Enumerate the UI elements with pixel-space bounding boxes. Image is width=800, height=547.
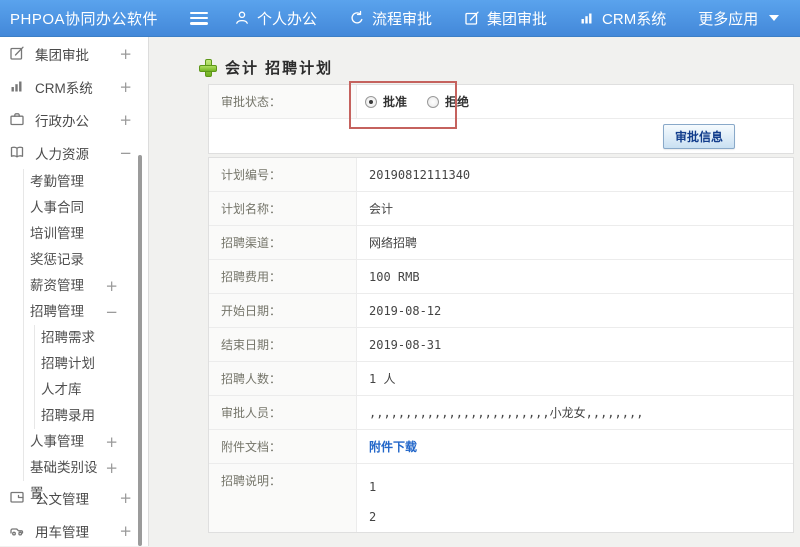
process-icon: [349, 10, 365, 26]
sidebar-scrollbar[interactable]: [138, 155, 142, 546]
expand-toggle[interactable]: +: [119, 45, 132, 63]
recruit-cost-value: 100 RMB: [369, 269, 420, 284]
sidebar-item-recruitment[interactable]: 招聘管理 −: [24, 299, 148, 325]
status-row: 审批状态： 批准 拒绝: [209, 85, 793, 119]
add-plus-icon: [199, 59, 217, 77]
button-row: 审批信息: [209, 119, 793, 153]
expand-toggle[interactable]: +: [119, 522, 132, 540]
top-nav: 个人办公 流程审批 集团审批 CRM系统 更多应用: [234, 8, 780, 29]
recruit-description-value: 1 2: [369, 480, 377, 524]
recruit-channel-value: 网络招聘: [369, 236, 418, 250]
table-row: 招聘费用： 100 RMB: [209, 260, 793, 294]
table-row: 招聘说明： 1 2: [209, 464, 793, 532]
sidebar-item-documents[interactable]: 公文管理 +: [0, 481, 148, 514]
sidebar-item-recruit-demand[interactable]: 招聘需求: [35, 325, 148, 351]
chart-icon: [579, 10, 595, 26]
car-icon: [9, 522, 26, 539]
plan-name-value: 会计: [369, 202, 394, 216]
approval-info-button[interactable]: 审批信息: [662, 123, 735, 149]
table-row: 招聘渠道： 网络招聘: [209, 226, 793, 260]
plan-detail-table: 计划编号： 20190812111340 计划名称： 会计 招聘渠道： 网络招聘…: [208, 157, 794, 533]
nav-personal-office[interactable]: 个人办公: [234, 8, 317, 29]
nav-more-apps[interactable]: 更多应用: [698, 8, 780, 29]
nav-crm-system[interactable]: CRM系统: [579, 8, 666, 29]
radio-approve[interactable]: [365, 95, 377, 108]
table-row: 开始日期： 2019-08-12: [209, 294, 793, 328]
sidebar-item-recruit-plan[interactable]: 招聘计划: [35, 351, 148, 377]
user-icon: [234, 10, 250, 26]
table-row: 审批人员： ,,,,,,,,,,,,,,,,,,,,,,,,,小龙女,,,,,,…: [209, 396, 793, 430]
nav-process-approval[interactable]: 流程审批: [349, 8, 432, 29]
table-row: 计划名称： 会计: [209, 192, 793, 226]
page-title: 会计 招聘计划: [199, 57, 333, 78]
collapse-toggle[interactable]: −: [119, 144, 132, 162]
expand-toggle[interactable]: +: [105, 429, 118, 455]
sidebar-item-training[interactable]: 培训管理: [24, 221, 148, 247]
document-icon: [9, 489, 26, 506]
sidebar-item-salary[interactable]: 薪资管理 +: [24, 273, 148, 299]
nav-group-approval[interactable]: 集团审批: [464, 8, 547, 29]
sidebar-item-talent-pool[interactable]: 人才库: [35, 377, 148, 403]
app-logo: PHPOA协同办公软件: [10, 10, 159, 28]
expand-toggle[interactable]: +: [105, 273, 118, 299]
sidebar-item-rewards[interactable]: 奖惩记录: [24, 247, 148, 273]
expand-toggle[interactable]: +: [105, 455, 118, 481]
sidebar-item-vehicle[interactable]: 用车管理 +: [0, 514, 148, 547]
expand-toggle[interactable]: +: [119, 489, 132, 507]
radio-reject[interactable]: [427, 95, 440, 108]
end-date-value: 2019-08-31: [369, 337, 442, 352]
briefcase-icon: [9, 111, 26, 128]
sidebar-item-admin-office[interactable]: 行政办公 +: [0, 103, 148, 136]
hr-submenu: 考勤管理 人事合同 培训管理 奖惩记录 薪资管理 + 招聘管理 − 招聘需求 招…: [23, 169, 148, 501]
table-row: 结束日期： 2019-08-31: [209, 328, 793, 362]
expand-toggle[interactable]: +: [119, 78, 132, 96]
sidebar-item-group-approval[interactable]: 集团审批 +: [0, 37, 148, 70]
recruitment-submenu: 招聘需求 招聘计划 人才库 招聘录用: [34, 325, 148, 429]
expand-toggle[interactable]: +: [119, 111, 132, 129]
sidebar-item-attendance[interactable]: 考勤管理: [24, 169, 148, 195]
table-row: 招聘人数： 1 人: [209, 362, 793, 396]
caret-down-icon: [769, 15, 780, 21]
plan-number-value: 20190812111340: [369, 167, 471, 182]
status-options: 批准 拒绝: [357, 85, 793, 118]
start-date-value: 2019-08-12: [369, 303, 442, 318]
sidebar-item-personnel[interactable]: 人事管理 +: [24, 429, 148, 455]
main-content: 会计 招聘计划 审批状态： 批准 拒绝 审批信息 计划编号： 201908121…: [150, 37, 800, 546]
headcount-value: 1 人: [369, 372, 396, 386]
table-row: 计划编号： 20190812111340: [209, 158, 793, 192]
sidebar-item-base-category[interactable]: 基础类别设置 +: [24, 455, 148, 501]
hamburger-menu-icon[interactable]: [190, 11, 208, 25]
table-row: 附件文档： 附件下载: [209, 430, 793, 464]
attachment-download-link[interactable]: 附件下载: [369, 438, 417, 455]
edit-icon: [9, 45, 26, 62]
collapse-toggle[interactable]: −: [105, 299, 118, 325]
status-label: 审批状态：: [209, 85, 357, 118]
chart-icon: [9, 78, 26, 95]
sidebar-item-recruit-hire[interactable]: 招聘录用: [35, 403, 148, 429]
approval-status-box: 审批状态： 批准 拒绝 审批信息: [208, 84, 794, 154]
edit-icon: [464, 10, 480, 26]
sidebar: 集团审批 + CRM系统 + 行政办公 + 人力资源 − 考勤管理 人事合同 培…: [0, 37, 149, 546]
book-icon: [9, 144, 26, 161]
approvers-value: ,,,,,,,,,,,,,,,,,,,,,,,,,小龙女,,,,,,,,: [369, 406, 644, 420]
sidebar-item-hr-contract[interactable]: 人事合同: [24, 195, 148, 221]
sidebar-item-crm[interactable]: CRM系统 +: [0, 70, 148, 103]
top-header: PHPOA协同办公软件 个人办公 流程审批 集团审批 CRM系统 更多应用: [0, 0, 800, 37]
sidebar-item-hr[interactable]: 人力资源 −: [0, 136, 148, 169]
